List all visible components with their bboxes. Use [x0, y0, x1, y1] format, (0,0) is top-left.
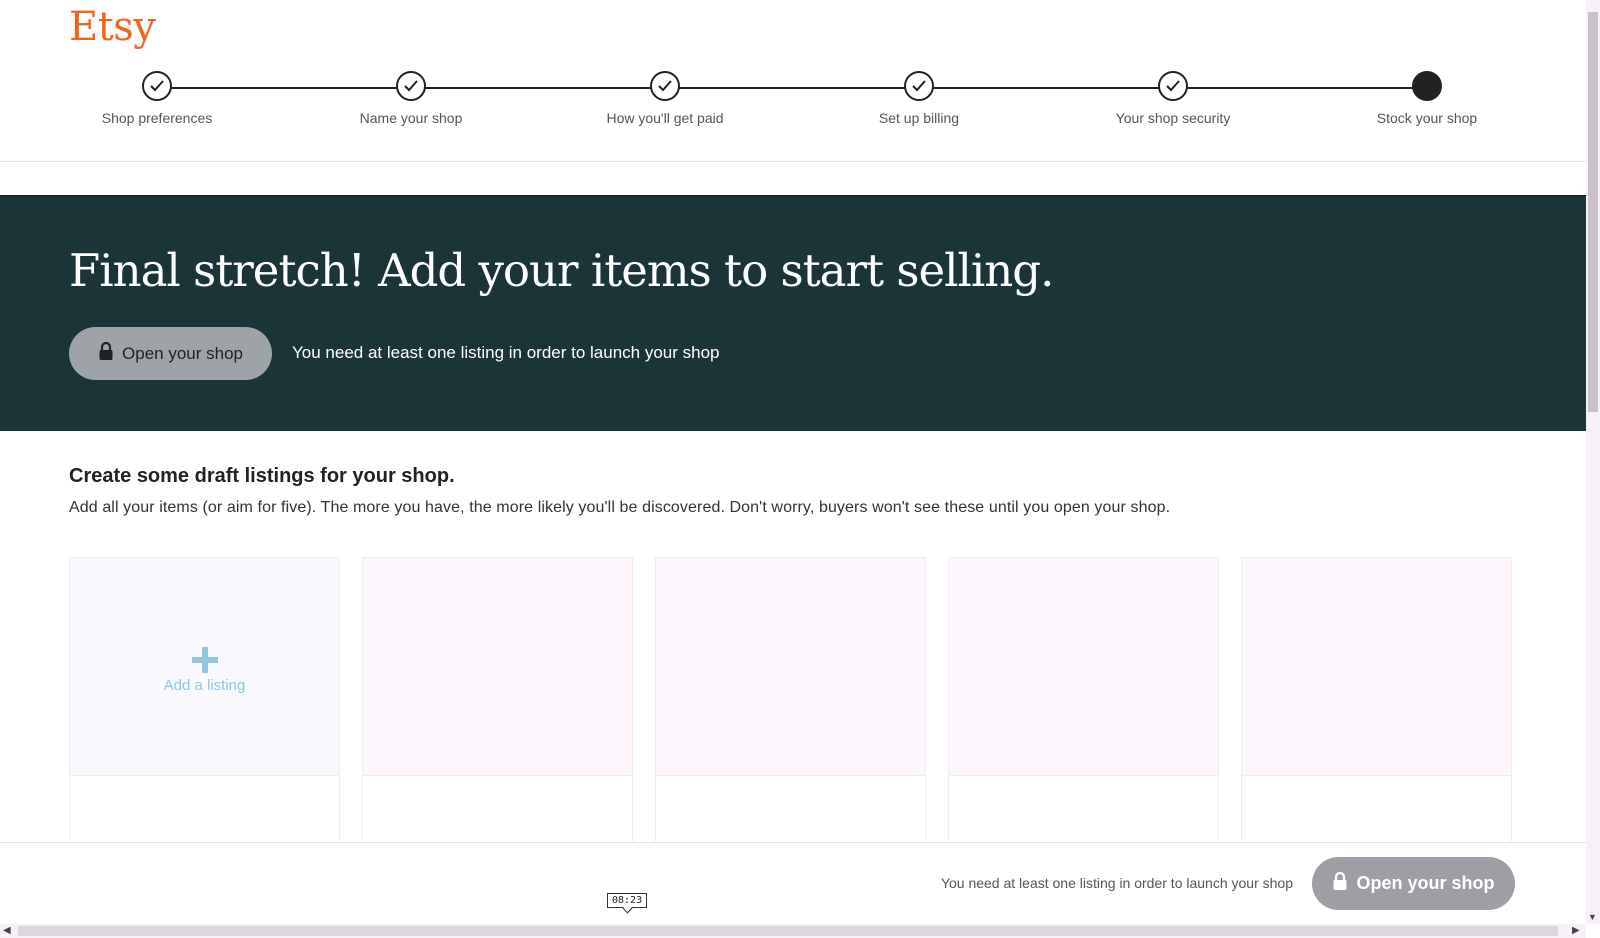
etsy-logo[interactable]: Etsy: [69, 4, 156, 50]
open-shop-button[interactable]: Open your shop: [69, 327, 272, 380]
check-icon: [1158, 71, 1188, 101]
page: Etsy Shop preferences Name your shop How…: [0, 0, 1600, 938]
lock-icon: [1332, 871, 1348, 896]
listing-placeholder-card: [655, 557, 926, 857]
scroll-right-arrow-icon[interactable]: ▶: [1572, 925, 1580, 937]
add-listing-area[interactable]: Add a listing: [70, 558, 339, 776]
step-label: Your shop security: [1115, 110, 1231, 126]
drafts-description: Add all your items (or aim for five). Th…: [69, 499, 1171, 516]
listing-placeholder-card: [948, 557, 1219, 857]
current-step-dot-icon: [1412, 71, 1442, 101]
open-shop-label: Open your shop: [122, 343, 243, 363]
bottom-open-shop-label: Open your shop: [1356, 873, 1495, 893]
step-your-shop-security[interactable]: Your shop security: [1083, 68, 1263, 126]
step-name-your-shop[interactable]: Name your shop: [321, 68, 501, 126]
header-divider: [0, 161, 1586, 162]
listing-placeholder-card: [1241, 557, 1512, 857]
listing-placeholder-image: [1242, 558, 1511, 776]
draft-listing-cards: Add a listing: [69, 557, 1516, 857]
listing-placeholder-image: [656, 558, 925, 776]
step-label: Set up billing: [878, 110, 960, 126]
listing-placeholder-image: [363, 558, 632, 776]
vertical-scrollbar-thumb[interactable]: [1588, 12, 1598, 412]
check-icon: [396, 71, 426, 101]
drafts-title: Create some draft listings for your shop…: [69, 465, 455, 487]
step-label: Stock your shop: [1376, 110, 1478, 126]
scroll-left-arrow-icon[interactable]: ◀: [3, 925, 11, 937]
step-label: How you'll get paid: [606, 110, 724, 126]
hero-banner: Final stretch! Add your items to start s…: [0, 195, 1586, 431]
bottom-open-shop-button[interactable]: Open your shop: [1312, 857, 1515, 910]
check-icon: [904, 71, 934, 101]
listing-placeholder-card: [362, 557, 633, 857]
hero-title: Final stretch! Add your items to start s…: [69, 244, 1054, 297]
listing-placeholder-image: [949, 558, 1218, 776]
video-timestamp: 08:23: [607, 893, 648, 908]
bottom-launch-note: You need at least one listing in order t…: [940, 875, 1293, 891]
step-shop-preferences[interactable]: Shop preferences: [67, 68, 247, 126]
vertical-scrollbar[interactable]: ▼: [1586, 0, 1600, 924]
bottom-action-bar: You need at least one listing in order t…: [0, 842, 1586, 925]
launch-requirement-note: You need at least one listing in order t…: [292, 343, 720, 362]
add-listing-card[interactable]: Add a listing: [69, 557, 340, 857]
progress-stepper: Shop preferences Name your shop How you'…: [0, 68, 1586, 128]
step-label: Name your shop: [359, 110, 463, 126]
add-listing-label: Add a listing: [163, 677, 246, 694]
horizontal-scrollbar-thumb[interactable]: [18, 926, 1558, 936]
check-icon: [142, 71, 172, 101]
lock-icon: [98, 341, 114, 366]
step-how-youll-get-paid[interactable]: How you'll get paid: [575, 68, 755, 126]
scroll-down-arrow-icon[interactable]: ▼: [1588, 912, 1597, 922]
step-set-up-billing[interactable]: Set up billing: [829, 68, 1009, 126]
step-stock-your-shop: Stock your shop: [1337, 68, 1517, 126]
horizontal-scrollbar[interactable]: ◀ ▶: [0, 924, 1586, 938]
step-label: Shop preferences: [101, 110, 213, 126]
plus-icon: [191, 647, 218, 673]
check-icon: [650, 71, 680, 101]
